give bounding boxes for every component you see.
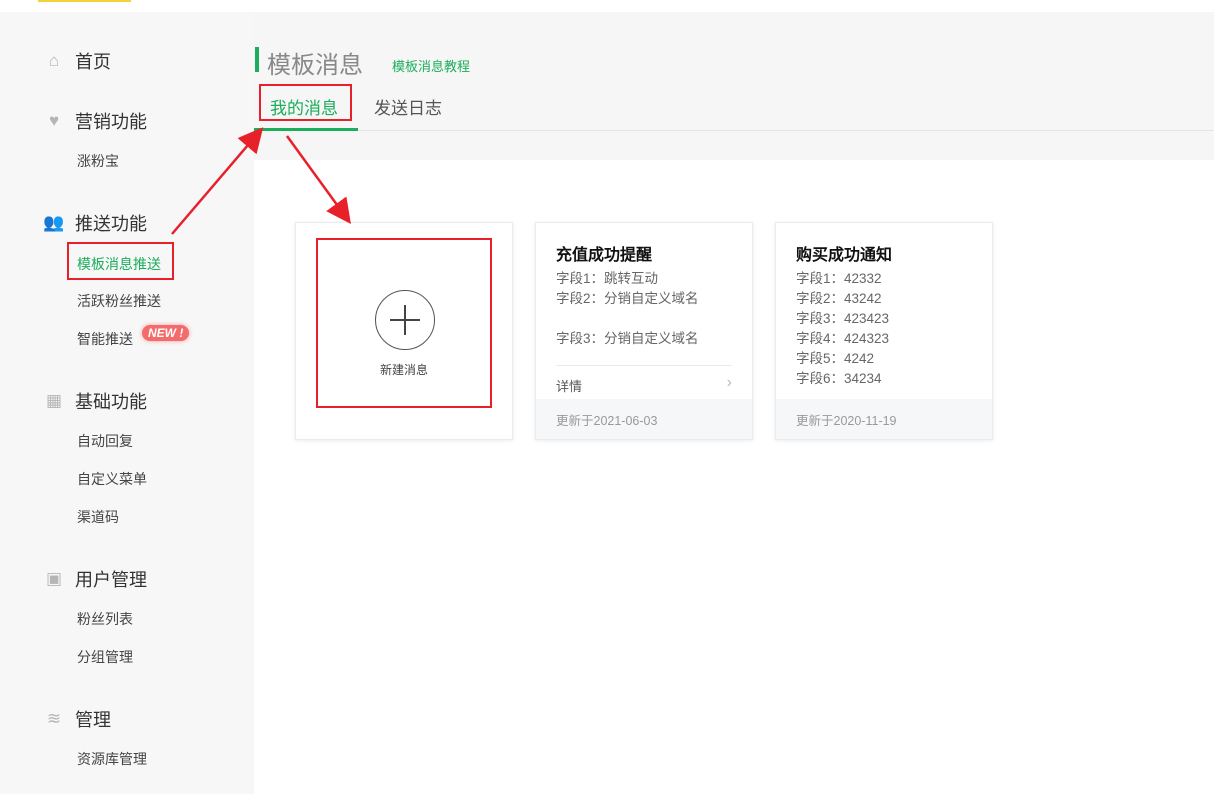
field: 字段2：分销自定义域名 bbox=[556, 289, 699, 309]
new-message-card[interactable]: 新建消息 bbox=[295, 222, 513, 440]
template-card[interactable]: 购买成功通知 字段1：42332 字段2：43242 字段3：423423 字段… bbox=[775, 222, 993, 440]
sidebar-item-group-manage[interactable]: 分组管理 bbox=[77, 647, 133, 667]
tab-divider bbox=[254, 130, 1214, 131]
detail-label: 详情 bbox=[556, 379, 582, 394]
field: 字段3：423423 bbox=[796, 309, 889, 329]
group-label: 推送功能 bbox=[75, 210, 147, 236]
group-label: 管理 bbox=[75, 706, 111, 732]
card-updated: 更新于2021-06-03 bbox=[536, 399, 752, 439]
tab-my-messages[interactable]: 我的消息 bbox=[270, 94, 338, 119]
users-icon: 👥 bbox=[44, 213, 64, 233]
logo-strip bbox=[38, 0, 131, 2]
chevron-right-icon: › bbox=[727, 374, 732, 392]
sidebar-item-active-fans-push[interactable]: 活跃粉丝推送 bbox=[77, 291, 161, 311]
group-label: 用户管理 bbox=[75, 566, 147, 592]
sidebar-item-home[interactable]: ⌂ 首页 bbox=[44, 48, 111, 74]
layers-icon: ≋ bbox=[44, 709, 64, 729]
top-bar bbox=[0, 0, 1214, 12]
card-updated: 更新于2020-11-19 bbox=[776, 399, 992, 439]
sidebar-item-custom-menu[interactable]: 自定义菜单 bbox=[77, 469, 147, 489]
user-card-icon: ▣ bbox=[44, 569, 64, 589]
sidebar-item-channel-code[interactable]: 渠道码 bbox=[77, 507, 119, 527]
new-badge: NEW ! bbox=[142, 325, 189, 341]
tab-send-log[interactable]: 发送日志 bbox=[374, 94, 442, 119]
sidebar-group-manage: ≋ 管理 bbox=[44, 706, 111, 732]
tutorial-link[interactable]: 模板消息教程 bbox=[392, 56, 470, 75]
group-label: 基础功能 bbox=[75, 388, 147, 414]
field: 字段6：34234 bbox=[796, 369, 889, 389]
field: 字段3：分销自定义域名 bbox=[556, 329, 699, 349]
field: 字段2：43242 bbox=[796, 289, 889, 309]
grid-icon: ▦ bbox=[44, 391, 64, 411]
new-message-label: 新建消息 bbox=[296, 361, 512, 378]
main-header bbox=[254, 12, 1214, 160]
title-accent-bar bbox=[255, 47, 259, 72]
field: 字段1：跳转互动 bbox=[556, 269, 699, 289]
card-fields: 字段1：42332 字段2：43242 字段3：423423 字段4：42432… bbox=[796, 269, 889, 389]
sidebar-group-basic: ▦ 基础功能 bbox=[44, 388, 147, 414]
card-title: 充值成功提醒 bbox=[556, 241, 652, 265]
sidebar-group-marketing: ♥ 营销功能 bbox=[44, 108, 147, 134]
page-title: 模板消息 bbox=[267, 45, 363, 80]
sidebar-group-users: ▣ 用户管理 bbox=[44, 566, 147, 592]
field: 字段4：424323 bbox=[796, 329, 889, 349]
field: 字段5：4242 bbox=[796, 349, 889, 369]
heart-plus-icon: ♥ bbox=[44, 111, 64, 131]
home-icon: ⌂ bbox=[44, 51, 64, 71]
group-label: 营销功能 bbox=[75, 108, 147, 134]
active-tab-underline bbox=[254, 128, 358, 131]
field-empty bbox=[556, 309, 699, 329]
plus-icon bbox=[375, 290, 435, 350]
template-card[interactable]: 充值成功提醒 字段1：跳转互动 字段2：分销自定义域名 字段3：分销自定义域名 … bbox=[535, 222, 753, 440]
sidebar-item-zhangfenbao[interactable]: 涨粉宝 bbox=[77, 151, 119, 171]
sidebar-item-auto-reply[interactable]: 自动回复 bbox=[77, 431, 133, 451]
detail-link[interactable]: 详情 › bbox=[556, 365, 732, 395]
sidebar-group-push: 👥 推送功能 bbox=[44, 210, 147, 236]
sidebar-label: 首页 bbox=[75, 48, 111, 74]
sidebar-item-template-push[interactable]: 模板消息推送 bbox=[77, 254, 161, 274]
sidebar-item-smart-push[interactable]: 智能推送 bbox=[77, 329, 133, 349]
sidebar-item-fans-list[interactable]: 粉丝列表 bbox=[77, 609, 133, 629]
card-fields: 字段1：跳转互动 字段2：分销自定义域名 字段3：分销自定义域名 bbox=[556, 269, 699, 349]
card-title: 购买成功通知 bbox=[796, 241, 892, 265]
sidebar-item-resource-library[interactable]: 资源库管理 bbox=[77, 749, 147, 769]
field: 字段1：42332 bbox=[796, 269, 889, 289]
